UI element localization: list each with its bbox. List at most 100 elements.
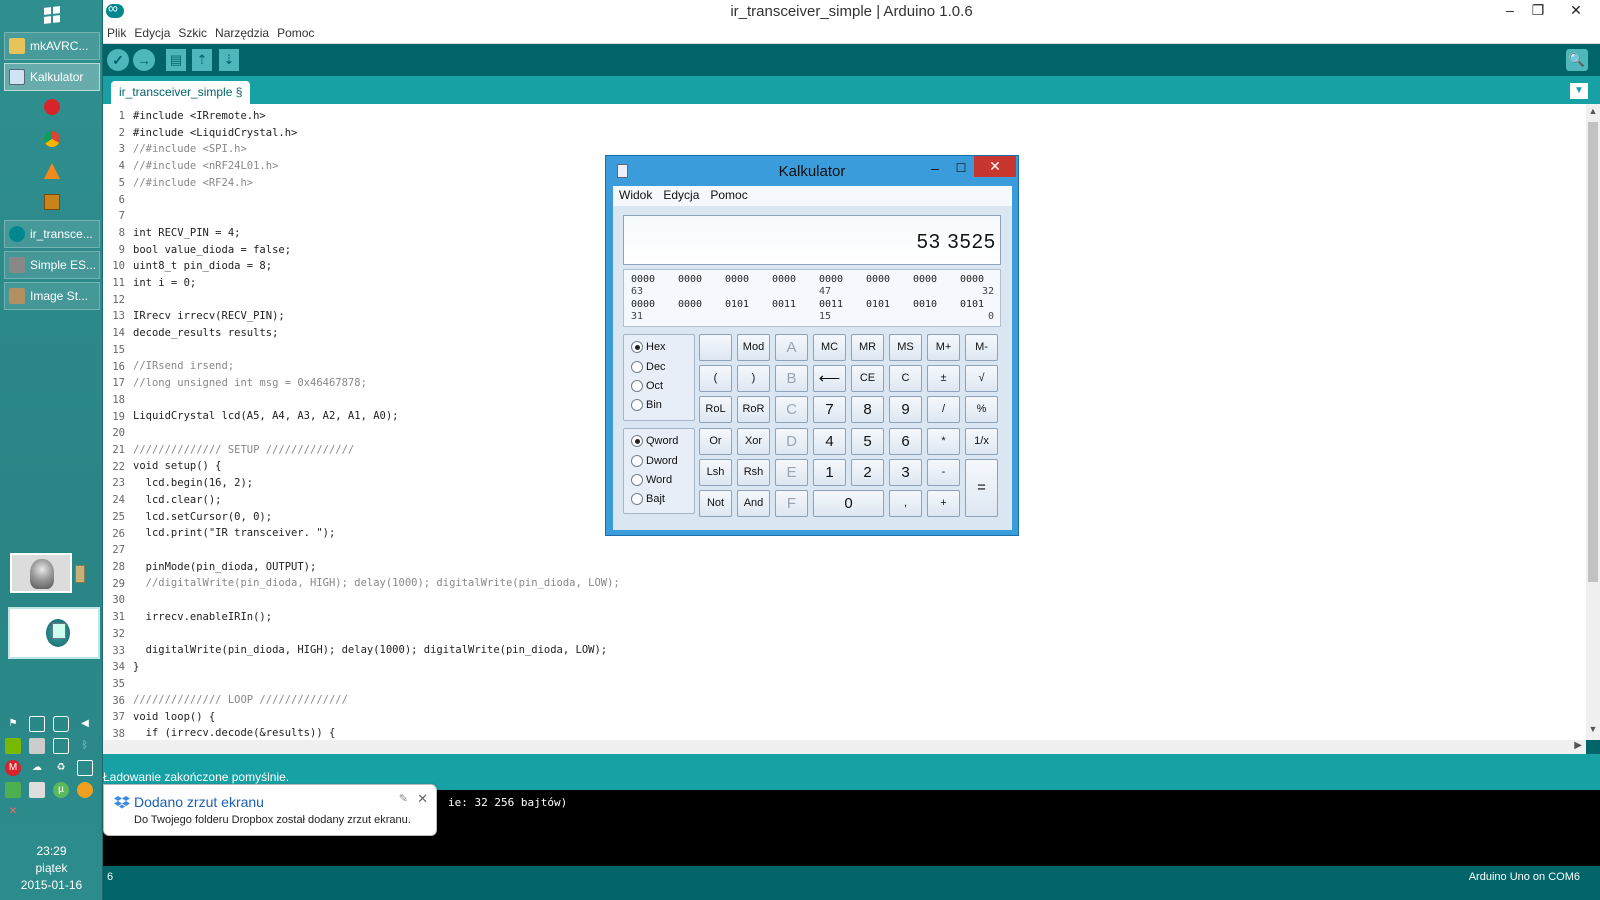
radio-bin[interactable]: Bin <box>631 399 662 411</box>
calc-key[interactable]: 5 <box>851 428 884 455</box>
taskbar-item-kalkulator[interactable]: Kalkulator <box>4 63 100 91</box>
menu-edycja[interactable]: Edycja <box>130 24 174 40</box>
bit-group[interactable]: 0000 <box>866 274 913 285</box>
notification-toast[interactable]: Dodano zrzut ekranu Do Twojego folderu D… <box>103 784 437 836</box>
recycle-icon[interactable]: ♻ <box>53 760 69 776</box>
calc-key[interactable]: Rsh <box>737 459 770 486</box>
radio-dec[interactable]: Dec <box>631 361 666 373</box>
calc-key[interactable]: E <box>775 459 808 486</box>
menu-plik[interactable]: Plik <box>103 24 130 40</box>
bit-group[interactable]: 0000 <box>725 274 772 285</box>
taskbar-item-mkavrc[interactable]: mkAVRC... <box>4 32 100 60</box>
calc-key[interactable]: 6 <box>889 428 922 455</box>
calc-key[interactable]: Or <box>699 428 732 455</box>
calc-key[interactable]: 0 <box>813 490 884 517</box>
device-icon[interactable] <box>29 782 45 798</box>
cloud-icon[interactable]: ☁ <box>29 760 45 776</box>
calc-key[interactable]: Mod <box>737 334 770 361</box>
calc-key[interactable]: 8 <box>851 396 884 423</box>
radio-word[interactable]: Word <box>631 474 672 486</box>
monitor-icon[interactable] <box>53 738 69 754</box>
save-button[interactable]: ⇣ <box>219 49 239 71</box>
calc-key[interactable]: Lsh <box>699 459 732 486</box>
calc-key[interactable]: MR <box>851 334 884 361</box>
open-button[interactable]: ⇡ <box>192 49 212 71</box>
app-pin-icon[interactable] <box>44 194 60 210</box>
calc-key[interactable]: CE <box>851 365 884 392</box>
taskbar-item-image-st[interactable]: Image St... <box>4 282 100 310</box>
calc-menu-edycja[interactable]: Edycja <box>657 186 704 202</box>
serial-monitor-button[interactable]: 🔍 <box>1566 49 1588 71</box>
calc-key[interactable]: 3 <box>889 459 922 486</box>
taskbar-item-simple-es[interactable]: Simple ES... <box>4 251 100 279</box>
calc-key[interactable]: 4 <box>813 428 846 455</box>
calc-key[interactable]: D <box>775 428 808 455</box>
horizontal-scrollbar[interactable]: ▶ <box>103 740 1586 754</box>
bit-group[interactable]: 0101 <box>960 299 1007 310</box>
calc-key[interactable]: And <box>737 490 770 517</box>
calc-key[interactable]: 1 <box>813 459 846 486</box>
calc-key[interactable]: M- <box>965 334 998 361</box>
radio-bajt[interactable]: Bajt <box>631 493 665 505</box>
vlc-icon[interactable] <box>44 163 60 179</box>
calc-key[interactable]: ( <box>699 365 732 392</box>
bluetooth-icon[interactable]: ᛒ <box>77 738 93 754</box>
calc-key[interactable]: Xor <box>737 428 770 455</box>
new-button[interactable]: ▤ <box>166 49 186 71</box>
tab-menu-button[interactable]: ▼ <box>1570 83 1588 99</box>
calc-key[interactable]: A <box>775 334 808 361</box>
calc-key[interactable]: Not <box>699 490 732 517</box>
calc-key[interactable]: F <box>775 490 808 517</box>
window-thumbnail-photo[interactable] <box>10 553 72 593</box>
upload-button[interactable]: → <box>133 49 155 71</box>
network-error-icon[interactable]: ✕ <box>5 804 21 820</box>
calc-key[interactable]: ⟵ <box>813 365 846 392</box>
calc-key[interactable]: % <box>965 396 998 423</box>
menu-narzedzia[interactable]: Narzędzia <box>211 24 273 40</box>
restore-button[interactable]: ❐ <box>1524 0 1552 22</box>
radio-dword[interactable]: Dword <box>631 455 678 467</box>
window-thumbnail-calculator[interactable] <box>8 607 100 659</box>
pin-icon[interactable]: ✎ <box>399 792 408 805</box>
opera-icon[interactable] <box>44 99 60 115</box>
utorrent-icon[interactable]: µ <box>53 782 69 798</box>
calc-key[interactable]: * <box>927 428 960 455</box>
bit-group[interactable]: 0000 <box>819 274 866 285</box>
calc-key[interactable]: B <box>775 365 808 392</box>
calc-key[interactable]: ) <box>737 365 770 392</box>
toast-close-button[interactable]: ✕ <box>417 791 428 807</box>
calc-key[interactable]: MC <box>813 334 846 361</box>
volume-muted-icon[interactable]: ◀ <box>77 716 93 732</box>
bit-group[interactable]: 0000 <box>772 274 819 285</box>
bit-group[interactable]: 0101 <box>725 299 772 310</box>
bit-group[interactable]: 0011 <box>772 299 819 310</box>
calc-maximize-button[interactable]: ☐ <box>948 158 974 178</box>
calc-key[interactable]: 7 <box>813 396 846 423</box>
calc-key[interactable]: 1/x <box>965 428 998 455</box>
menu-pomoc[interactable]: Pomoc <box>273 24 318 40</box>
avast-icon[interactable] <box>77 782 93 798</box>
calc-key[interactable]: M+ <box>927 334 960 361</box>
radio-hex[interactable]: Hex <box>631 341 666 353</box>
chrome-icon[interactable] <box>44 131 60 147</box>
bit-group[interactable]: 0000 <box>913 274 960 285</box>
calc-key[interactable]: √ <box>965 365 998 392</box>
android-icon[interactable] <box>5 782 21 798</box>
bit-group[interactable]: 0000 <box>678 299 725 310</box>
calc-key[interactable]: , <box>889 490 922 517</box>
verify-button[interactable]: ✓ <box>107 49 129 71</box>
bit-group[interactable]: 0000 <box>678 274 725 285</box>
calc-menu-pomoc[interactable]: Pomoc <box>704 186 752 202</box>
radio-qword[interactable]: Qword <box>631 435 678 447</box>
phone-icon[interactable] <box>29 716 45 732</box>
calc-key[interactable]: C <box>775 396 808 423</box>
keyboard-icon[interactable] <box>29 738 45 754</box>
tab-ir-transceiver-simple[interactable]: ir_transceiver_simple § <box>111 81 251 104</box>
bit-group[interactable]: 0000 <box>960 274 1007 285</box>
calc-key[interactable]: MS <box>889 334 922 361</box>
bit-group[interactable]: 0010 <box>913 299 960 310</box>
network-icon[interactable] <box>53 716 69 732</box>
calc-key[interactable]: 9 <box>889 396 922 423</box>
close-button[interactable]: ✕ <box>1562 0 1590 22</box>
menu-szkic[interactable]: Szkic <box>174 24 211 40</box>
